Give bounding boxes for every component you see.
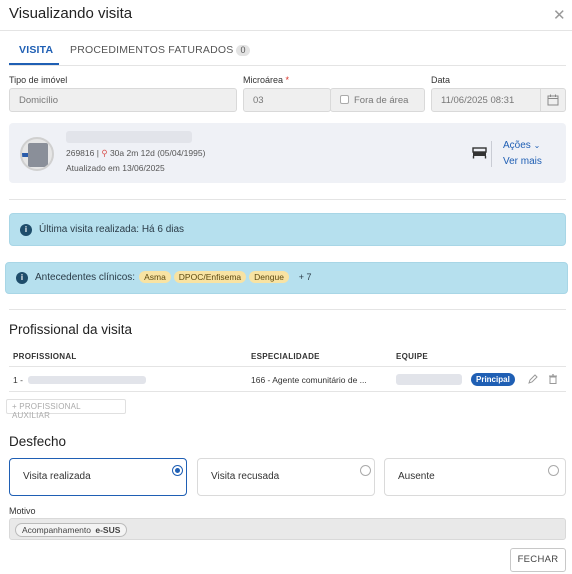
motivo-field[interactable]: Acompanhamento e-SUS [9,518,566,540]
radio-visita-realizada[interactable] [172,465,183,476]
option-visita-realizada[interactable]: Visita realizada [9,458,187,496]
patient-info-line: 269816 | ⚲ 30a 2m 12d (05/04/1995) [66,148,205,159]
antecedentes-alert: i Antecedentes clínicos: Asma DPOC/Enfisem… [5,262,568,294]
required-mark: * [285,75,290,85]
modal-title: Visualizando visita [9,5,133,22]
motivo-chip: Acompanhamento e-SUS [15,523,128,537]
equipe-redacted [396,374,462,385]
profissional-title: Profissional da visita [9,322,133,337]
patient-updated: Atualizado em 13/06/2025 [66,163,165,173]
antecedente-tag: Asma [139,271,171,283]
tab-procedimentos-label: PROCEDIMENTOS FATURADOS [70,44,234,56]
microarea-value: 03 [253,95,264,106]
fora-de-area-label: Fora de área [354,95,409,106]
tipo-imovel-field[interactable]: Domicílio [9,88,237,112]
row-profissional: 1 - [13,375,23,385]
row-especialidade: 166 - Agente comunitário de ... [251,375,367,385]
acoes-button[interactable]: Ações ⌄ [503,140,540,151]
separator: | [96,148,99,158]
tab-visita-label: VISITA [19,44,54,56]
calendar-icon [547,94,559,106]
microarea-field[interactable]: 03 [243,88,331,112]
antecedente-tag: DPOC/Enfisema [173,271,247,283]
fora-de-area-toggle[interactable]: Fora de área [330,88,425,112]
trash-icon[interactable] [548,374,558,384]
modal-footer [9,541,572,574]
antecedentes-more[interactable]: + 7 [299,272,312,282]
bed-icon [472,147,487,159]
fechar-button[interactable]: FECHAR [510,548,566,572]
edit-icon[interactable] [528,374,538,384]
ver-mais-link[interactable]: Ver mais [503,156,542,167]
radio-visita-recusada[interactable] [360,465,371,476]
acoes-label: Ações [503,140,531,151]
option-visita-recusada[interactable]: Visita recusada [197,458,375,496]
add-profissional-auxiliar-button[interactable]: + PROFISSIONAL AUXILIAR [6,399,126,420]
radio-ausente[interactable] [548,465,559,476]
principal-badge: Principal [471,373,515,386]
avatar [20,137,54,171]
profissional-name-redacted [28,376,146,384]
antecedentes-line: Antecedentes clínicos: Asma DPOC/Enfisema D… [35,271,311,283]
patient-name-redacted [66,131,192,143]
option-label: Visita recusada [211,471,280,482]
data-field[interactable]: 11/06/2025 08:31 [431,88,541,112]
location-pin-icon: ⚲ [101,148,108,158]
fora-de-area-checkbox[interactable] [340,95,349,104]
header-divider [0,30,572,31]
section-divider [9,309,566,310]
section-divider [9,199,566,200]
motivo-label: Motivo [9,506,36,516]
microarea-label-text: Microárea [243,75,284,85]
data-label: Data [431,75,451,85]
tipo-imovel-label: Tipo de imóvel [9,75,68,85]
tipo-imovel-value: Domicílio [19,95,59,106]
chevron-down-icon: ⌄ [533,141,541,150]
patient-age: 30a 2m 12d (05/04/1995) [109,148,206,158]
microarea-label: Microárea * [243,75,289,85]
option-label: Visita realizada [23,471,91,482]
close-icon[interactable]: ✕ [553,6,566,24]
patient-id: 269816 [66,148,95,158]
desfecho-title: Desfecho [9,434,67,449]
ultima-visita-text: Última visita realizada: Há 6 dias [39,224,185,235]
table-row-divider [9,391,566,392]
option-ausente[interactable]: Ausente [384,458,566,496]
header-especialidade: ESPECIALIDADE [251,352,320,361]
calendar-button[interactable] [540,88,566,112]
table-header-divider [9,366,566,367]
antecedentes-label: Antecedentes clínicos: [35,272,136,283]
patient-card: 269816 | ⚲ 30a 2m 12d (05/04/1995) Atual… [9,123,566,183]
data-value: 11/06/2025 08:31 [441,95,515,106]
ultima-visita-alert: i Última visita realizada: Há 6 dias [9,213,566,246]
tab-procedimentos-faturados[interactable]: PROCEDIMENTOS FATURADOS 0 [70,44,250,56]
antecedente-tag: Dengue [249,271,289,283]
card-divider [491,141,492,167]
tab-count-badge: 0 [236,45,250,56]
motivo-chip-text: Acompanhamento [22,525,91,535]
info-icon: i [16,272,28,284]
tabs-divider [9,65,566,66]
info-icon: i [20,224,32,236]
option-label: Ausente [398,471,435,482]
motivo-chip-tag: e-SUS [95,525,121,535]
tab-visita[interactable]: VISITA [19,44,53,56]
header-profissional: PROFISSIONAL [13,352,77,361]
header-equipe: EQUIPE [396,352,429,361]
